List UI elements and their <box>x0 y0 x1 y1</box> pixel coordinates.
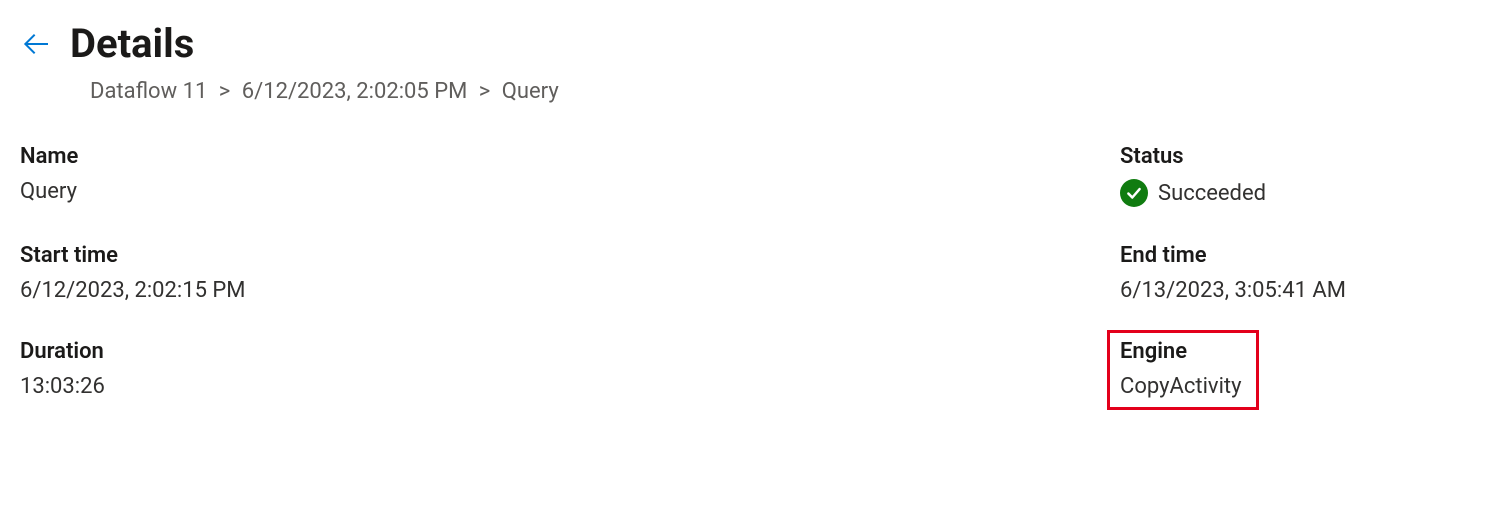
engine-highlight-box: Engine CopyActivity <box>1107 330 1259 410</box>
engine-value: CopyActivity <box>1120 374 1242 399</box>
field-name: Name Query <box>20 144 1120 207</box>
field-engine-wrapper: Engine CopyActivity <box>1120 339 1483 410</box>
breadcrumb-item-dataflow[interactable]: Dataflow 11 <box>90 79 207 104</box>
end-time-label: End time <box>1120 243 1483 268</box>
back-button[interactable] <box>20 28 52 60</box>
start-time-label: Start time <box>20 243 1120 268</box>
header-row: Details <box>20 20 1483 67</box>
page-title: Details <box>70 20 194 67</box>
end-time-value: 6/13/2023, 3:05:41 AM <box>1120 278 1483 303</box>
name-label: Name <box>20 144 1120 169</box>
engine-label: Engine <box>1120 339 1242 364</box>
field-status: Status Succeeded <box>1120 144 1483 207</box>
status-value: Succeeded <box>1158 181 1266 206</box>
field-end-time: End time 6/13/2023, 3:05:41 AM <box>1120 243 1483 303</box>
breadcrumb-separator: > <box>479 79 491 104</box>
arrow-left-icon <box>20 28 52 60</box>
name-value: Query <box>20 179 1120 204</box>
breadcrumb-item-timestamp[interactable]: 6/12/2023, 2:02:05 PM <box>242 79 468 104</box>
status-row: Succeeded <box>1120 179 1483 207</box>
breadcrumb-separator: > <box>219 79 231 104</box>
status-label: Status <box>1120 144 1483 169</box>
field-duration: Duration 13:03:26 <box>20 339 1120 410</box>
duration-label: Duration <box>20 339 1120 364</box>
start-time-value: 6/12/2023, 2:02:15 PM <box>20 278 1120 303</box>
breadcrumb-item-query: Query <box>502 79 559 104</box>
details-grid: Name Query Status Succeeded Start time 6… <box>20 144 1483 410</box>
duration-value: 13:03:26 <box>20 374 1120 399</box>
field-start-time: Start time 6/12/2023, 2:02:15 PM <box>20 243 1120 303</box>
breadcrumb: Dataflow 11 > 6/12/2023, 2:02:05 PM > Qu… <box>90 79 1483 104</box>
success-icon <box>1120 179 1148 207</box>
